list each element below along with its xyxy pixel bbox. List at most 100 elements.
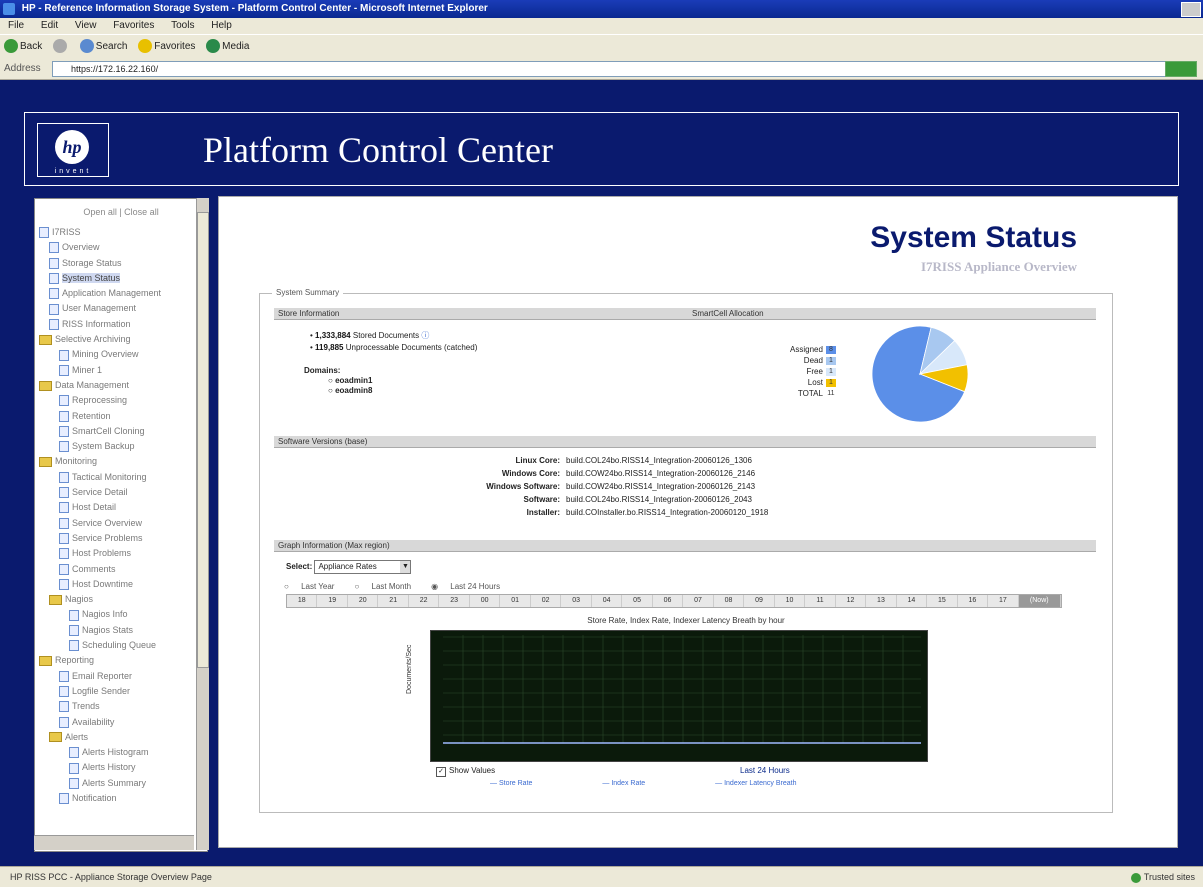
nav-vertical-scrollbar[interactable] <box>196 198 209 850</box>
nav-item-miner-1[interactable]: Miner 1 <box>39 363 207 378</box>
nav-item-mining-overview[interactable]: Mining Overview <box>39 347 207 362</box>
nav-item-user-management[interactable]: User Management <box>39 301 207 316</box>
show-values-checkbox[interactable]: ✓ Show Values <box>436 766 495 777</box>
nav-item-application-management[interactable]: Application Management <box>39 286 207 301</box>
nav-horizontal-scrollbar[interactable] <box>34 835 194 850</box>
nav-item-notification[interactable]: Notification <box>39 791 207 806</box>
ie-icon <box>3 3 15 15</box>
nav-item-riss-information[interactable]: RISS Information <box>39 317 207 332</box>
nav-item-nagios-info[interactable]: Nagios Info <box>39 607 207 622</box>
nav-item-service-problems[interactable]: Service Problems <box>39 531 207 546</box>
hour-cell[interactable]: 17 <box>988 595 1019 607</box>
hour-cell[interactable]: 14 <box>897 595 928 607</box>
nav-item-system-backup[interactable]: System Backup <box>39 439 207 454</box>
nav-item-alerts[interactable]: Alerts <box>39 730 207 745</box>
nav-item-availability[interactable]: Availability <box>39 715 207 730</box>
menu-file[interactable]: File <box>8 20 24 31</box>
nav-item-data-management[interactable]: Data Management <box>39 378 207 393</box>
hour-cell[interactable]: 11 <box>805 595 836 607</box>
nav-item-selective-archiving[interactable]: Selective Archiving <box>39 332 207 347</box>
nav-item-retention[interactable]: Retention <box>39 409 207 424</box>
nav-item-tactical-monitoring[interactable]: Tactical Monitoring <box>39 470 207 485</box>
hour-cell[interactable]: 21 <box>378 595 409 607</box>
nav-item-overview[interactable]: Overview <box>39 240 207 255</box>
search-button[interactable]: Search <box>79 35 128 59</box>
hour-cell[interactable]: 16 <box>958 595 989 607</box>
hour-cell[interactable]: 19 <box>317 595 348 607</box>
radio-unchecked-icon: ○ <box>284 582 292 591</box>
hour-cell[interactable]: 05 <box>622 595 653 607</box>
software-version-value: build.COW24bo.RISS14_Integration-2006012… <box>566 482 756 491</box>
favorites-button[interactable]: Favorites <box>138 35 195 59</box>
nav-item-scheduling-queue[interactable]: Scheduling Queue <box>39 638 207 653</box>
hour-cell[interactable]: 13 <box>866 595 897 607</box>
menu-view[interactable]: View <box>75 20 97 31</box>
nav-item-monitoring[interactable]: Monitoring <box>39 454 207 469</box>
menu-edit[interactable]: Edit <box>41 20 58 31</box>
nav-item-smartcell-cloning[interactable]: SmartCell Cloning <box>39 424 207 439</box>
nav-item-host-problems[interactable]: Host Problems <box>39 546 207 561</box>
hour-cell[interactable]: 12 <box>836 595 867 607</box>
hour-cell[interactable]: 01 <box>500 595 531 607</box>
hour-cell[interactable]: 10 <box>775 595 806 607</box>
hour-cell[interactable]: 06 <box>653 595 684 607</box>
nav-open-close-all[interactable]: Open all | Close all <box>35 199 207 225</box>
radio-label: Last 24 Hours <box>450 582 501 591</box>
nav-item-alerts-history[interactable]: Alerts History <box>39 760 207 775</box>
media-button[interactable]: Media <box>206 35 249 59</box>
page-icon <box>69 609 79 621</box>
nav-item-alerts-histogram[interactable]: Alerts Histogram <box>39 745 207 760</box>
range-radio-last-month[interactable]: ○ Last Month <box>354 582 421 591</box>
menu-tools[interactable]: Tools <box>171 20 194 31</box>
hour-cell[interactable]: 09 <box>744 595 775 607</box>
nav-item-logfile-sender[interactable]: Logfile Sender <box>39 684 207 699</box>
hour-cell[interactable]: 15 <box>927 595 958 607</box>
nav-item-service-detail[interactable]: Service Detail <box>39 485 207 500</box>
close-window-button[interactable] <box>1181 2 1201 17</box>
nav-item-label: RISS Information <box>62 318 131 329</box>
hour-cell[interactable]: 00 <box>470 595 501 607</box>
hour-now-cell[interactable]: (Now) <box>1018 595 1061 607</box>
info-icon[interactable]: ⓘ <box>421 331 429 340</box>
hour-cell[interactable]: 20 <box>348 595 379 607</box>
nav-item-nagios-stats[interactable]: Nagios Stats <box>39 623 207 638</box>
radio-label: Last Month <box>371 582 412 591</box>
go-button[interactable] <box>1165 61 1197 77</box>
nav-item-system-status[interactable]: System Status <box>39 271 207 286</box>
nav-item-reporting[interactable]: Reporting <box>39 653 207 668</box>
range-radio-last-24-hours[interactable]: ◉ Last 24 Hours <box>431 582 510 591</box>
range-radio-last-year[interactable]: ○ Last Year <box>284 582 344 591</box>
nav-item-host-downtime[interactable]: Host Downtime <box>39 577 207 592</box>
smartcell-legend-value: 1 <box>825 378 836 387</box>
hour-cell[interactable]: 04 <box>592 595 623 607</box>
hour-cell[interactable]: 03 <box>561 595 592 607</box>
nav-item-nagios[interactable]: Nagios <box>39 592 207 607</box>
hour-cell[interactable]: 22 <box>409 595 440 607</box>
graph-type-select[interactable]: Appliance Rates <box>314 560 412 574</box>
hour-cell[interactable]: 08 <box>714 595 745 607</box>
nav-item-storage-status[interactable]: Storage Status <box>39 256 207 271</box>
hour-cell[interactable]: 23 <box>439 595 470 607</box>
address-bar: Address https://172.16.22.160/ <box>0 59 1203 80</box>
hour-cell[interactable]: 18 <box>287 595 318 607</box>
nav-item-trends[interactable]: Trends <box>39 699 207 714</box>
hour-cell[interactable]: 02 <box>531 595 562 607</box>
nav-item-email-reporter[interactable]: Email Reporter <box>39 669 207 684</box>
nav-scroll-thumb[interactable] <box>197 212 209 668</box>
nav-item-i7riss[interactable]: I7RISS <box>39 225 207 240</box>
nav-item-label: Miner 1 <box>72 364 103 375</box>
hour-cell[interactable]: 07 <box>683 595 714 607</box>
nav-item-comments[interactable]: Comments <box>39 562 207 577</box>
address-input[interactable]: https://172.16.22.160/ <box>52 61 1172 77</box>
nav-item-label: Scheduling Queue <box>82 640 157 651</box>
nav-item-host-detail[interactable]: Host Detail <box>39 500 207 515</box>
forward-button[interactable] <box>53 35 69 59</box>
menu-help[interactable]: Help <box>211 20 232 31</box>
nav-item-reprocessing[interactable]: Reprocessing <box>39 393 207 408</box>
search-label: Search <box>95 41 128 52</box>
nav-item-service-overview[interactable]: Service Overview <box>39 516 207 531</box>
nav-item-alerts-summary[interactable]: Alerts Summary <box>39 776 207 791</box>
page-icon <box>59 517 69 529</box>
menu-favorites[interactable]: Favorites <box>113 20 154 31</box>
back-button[interactable]: Back <box>4 35 42 59</box>
